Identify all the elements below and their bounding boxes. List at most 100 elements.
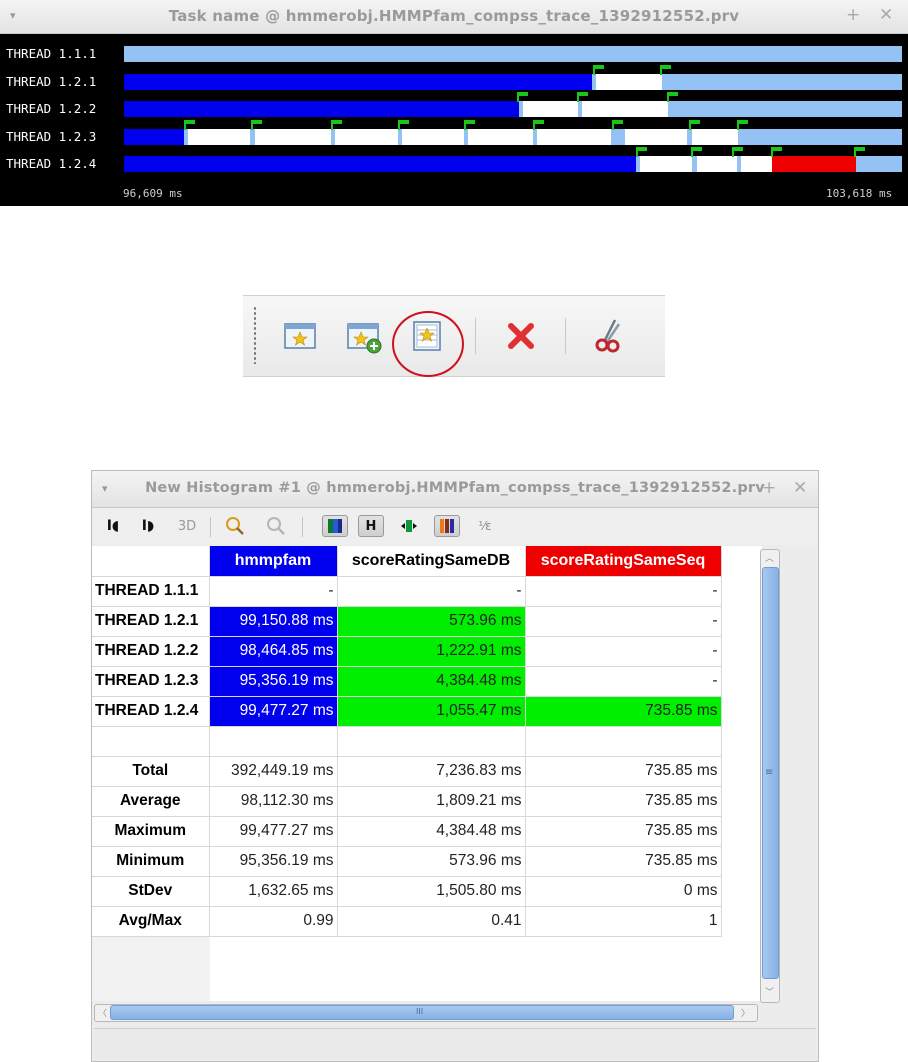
magnifier-icon (226, 517, 244, 535)
value-cell[interactable]: 1,632.65 ms (209, 876, 338, 907)
value-cell[interactable]: 99,150.88 ms (209, 606, 338, 637)
value-cell[interactable]: 735.85 ms (525, 786, 722, 817)
value-cell[interactable]: 1 (525, 906, 722, 937)
white-burst (625, 129, 687, 145)
timeline-lane[interactable] (124, 156, 902, 172)
event-flag-icon (331, 120, 343, 130)
value-cell[interactable]: 1,222.91 ms (337, 636, 526, 667)
thread-row: THREAD 1.2.4 99,477.27 ms 1,055.47 ms 735.8… (92, 696, 722, 727)
scroll-grip-mark: III (416, 1007, 424, 1016)
statistic-row: Avg/Max 0.99 0.41 1 (92, 906, 722, 937)
value-cell[interactable]: - (525, 636, 722, 667)
value-cell[interactable]: 1,505.80 ms (337, 876, 526, 907)
close-icon[interactable]: ✕ (793, 478, 807, 498)
3d-label: 3D (177, 518, 197, 534)
scroll-right-icon[interactable]: 〉 (741, 1006, 750, 1019)
histogram-table: hmmpfam scoreRatingSameDB scoreRatingSameS… (92, 546, 722, 937)
semantic-color-button[interactable] (434, 515, 460, 537)
thread-row: THREAD 1.2.2 98,464.85 ms 1,222.91 ms - (92, 636, 722, 667)
value-cell[interactable]: 735.85 ms (525, 846, 722, 877)
value-cell[interactable]: 1,809.21 ms (337, 786, 526, 817)
maximize-icon[interactable]: + (846, 5, 860, 25)
event-flag-icon (533, 120, 545, 130)
value-cell[interactable]: - (525, 576, 722, 607)
scroll-up-icon[interactable]: ︿ (765, 551, 774, 564)
event-flag-icon (771, 147, 783, 157)
zoom-button[interactable] (222, 515, 248, 537)
event-flag-icon (854, 147, 866, 157)
row-label: Minimum (92, 846, 210, 877)
toolbar-grip-handle[interactable] (253, 306, 257, 364)
value-cell[interactable]: 392,449.19 ms (209, 756, 338, 787)
maximize-icon[interactable]: + (762, 478, 776, 498)
value-cell[interactable] (337, 726, 526, 757)
inverse-button[interactable]: ⅟ε (472, 515, 498, 537)
toolbar-separator (210, 517, 211, 537)
h-label: H (365, 518, 377, 534)
value-cell[interactable]: 4,384.48 ms (337, 666, 526, 697)
timeline-lane[interactable] (124, 74, 902, 90)
value-cell[interactable]: 99,477.27 ms (209, 696, 338, 727)
value-cell[interactable]: 0.41 (337, 906, 526, 937)
event-flag-icon (593, 65, 605, 75)
open-data-window-button[interactable]: I◗ (136, 515, 160, 537)
statistic-row: Total 392,449.19 ms 7,236.83 ms 735.85 ms (92, 756, 722, 787)
horizontal-button[interactable]: H (358, 515, 384, 537)
column-header[interactable]: scoreRatingSameDB (337, 546, 526, 577)
value-cell[interactable]: - (525, 666, 722, 697)
value-cell[interactable]: 735.85 ms (525, 756, 722, 787)
delete-button[interactable] (501, 316, 541, 356)
scroll-down-icon[interactable]: ﹀ (765, 985, 774, 998)
value-cell[interactable]: 95,356.19 ms (209, 846, 338, 877)
value-cell[interactable]: 4,384.48 ms (337, 816, 526, 847)
zoom-gray-button[interactable] (262, 515, 288, 537)
vertical-scrollbar[interactable]: ︿ ≡ ﹀ (760, 549, 780, 1003)
timeline-lane[interactable] (124, 129, 902, 145)
data-window-icon: I◗ (141, 518, 155, 534)
column-header[interactable]: hmmpfam (209, 546, 338, 577)
histogram-titlebar[interactable]: ▾ New Histogram #1 @ hmmerobj.HMMPfam_co… (92, 471, 818, 508)
value-cell[interactable]: - (525, 606, 722, 637)
horizontal-scrollbar[interactable]: 〈 III 〉 (94, 1004, 758, 1022)
gradient-color-button[interactable] (322, 515, 348, 537)
hmmpfam-burst (124, 74, 592, 90)
new-window-add-button[interactable] (344, 316, 384, 356)
value-cell[interactable]: - (209, 576, 338, 607)
value-cell[interactable]: 573.96 ms (337, 846, 526, 877)
hmmpfam-burst (124, 101, 519, 117)
value-cell[interactable]: 98,464.85 ms (209, 636, 338, 667)
white-burst (402, 129, 464, 145)
value-cell[interactable]: 735.85 ms (525, 816, 722, 847)
value-cell[interactable]: 98,112.30 ms (209, 786, 338, 817)
row-label: THREAD 1.2.4 (92, 696, 210, 727)
open-control-window-button[interactable]: I◖ (101, 515, 125, 537)
value-cell[interactable]: 99,477.27 ms (209, 816, 338, 847)
value-cell[interactable]: 735.85 ms (525, 696, 722, 727)
histogram-table-area: hmmpfam scoreRatingSameDB scoreRatingSameS… (92, 546, 762, 1001)
timeline-lane[interactable] (124, 101, 902, 117)
value-cell[interactable] (209, 726, 338, 757)
value-cell[interactable]: 95,356.19 ms (209, 666, 338, 697)
3d-button[interactable]: 3D (174, 515, 200, 537)
color-bars-icon (328, 519, 342, 533)
cut-button[interactable] (589, 316, 629, 356)
new-window-button[interactable] (281, 316, 321, 356)
white-burst (523, 101, 578, 117)
status-bar (94, 1028, 816, 1059)
value-cell[interactable]: 0 ms (525, 876, 722, 907)
value-cell[interactable]: 7,236.83 ms (337, 756, 526, 787)
value-cell[interactable]: 1,055.47 ms (337, 696, 526, 727)
scroll-left-icon[interactable]: 〈 (98, 1006, 107, 1019)
event-flag-icon (732, 147, 744, 157)
value-cell[interactable] (525, 726, 722, 757)
value-cell[interactable]: 0.99 (209, 906, 338, 937)
timeline-lane[interactable] (124, 46, 902, 62)
hide-empty-columns-button[interactable] (396, 515, 422, 537)
close-icon[interactable]: ✕ (879, 5, 893, 25)
value-cell[interactable]: 573.96 ms (337, 606, 526, 637)
scoreratingsameseq-burst (772, 156, 856, 172)
value-cell[interactable]: - (337, 576, 526, 607)
thread-row: THREAD 1.2.1 99,150.88 ms 573.96 ms - (92, 606, 722, 637)
trace-titlebar[interactable]: ▾ Task name @ hmmerobj.HMMPfam_compss_tr… (0, 0, 908, 34)
column-header[interactable]: scoreRatingSameSeq (525, 546, 722, 577)
